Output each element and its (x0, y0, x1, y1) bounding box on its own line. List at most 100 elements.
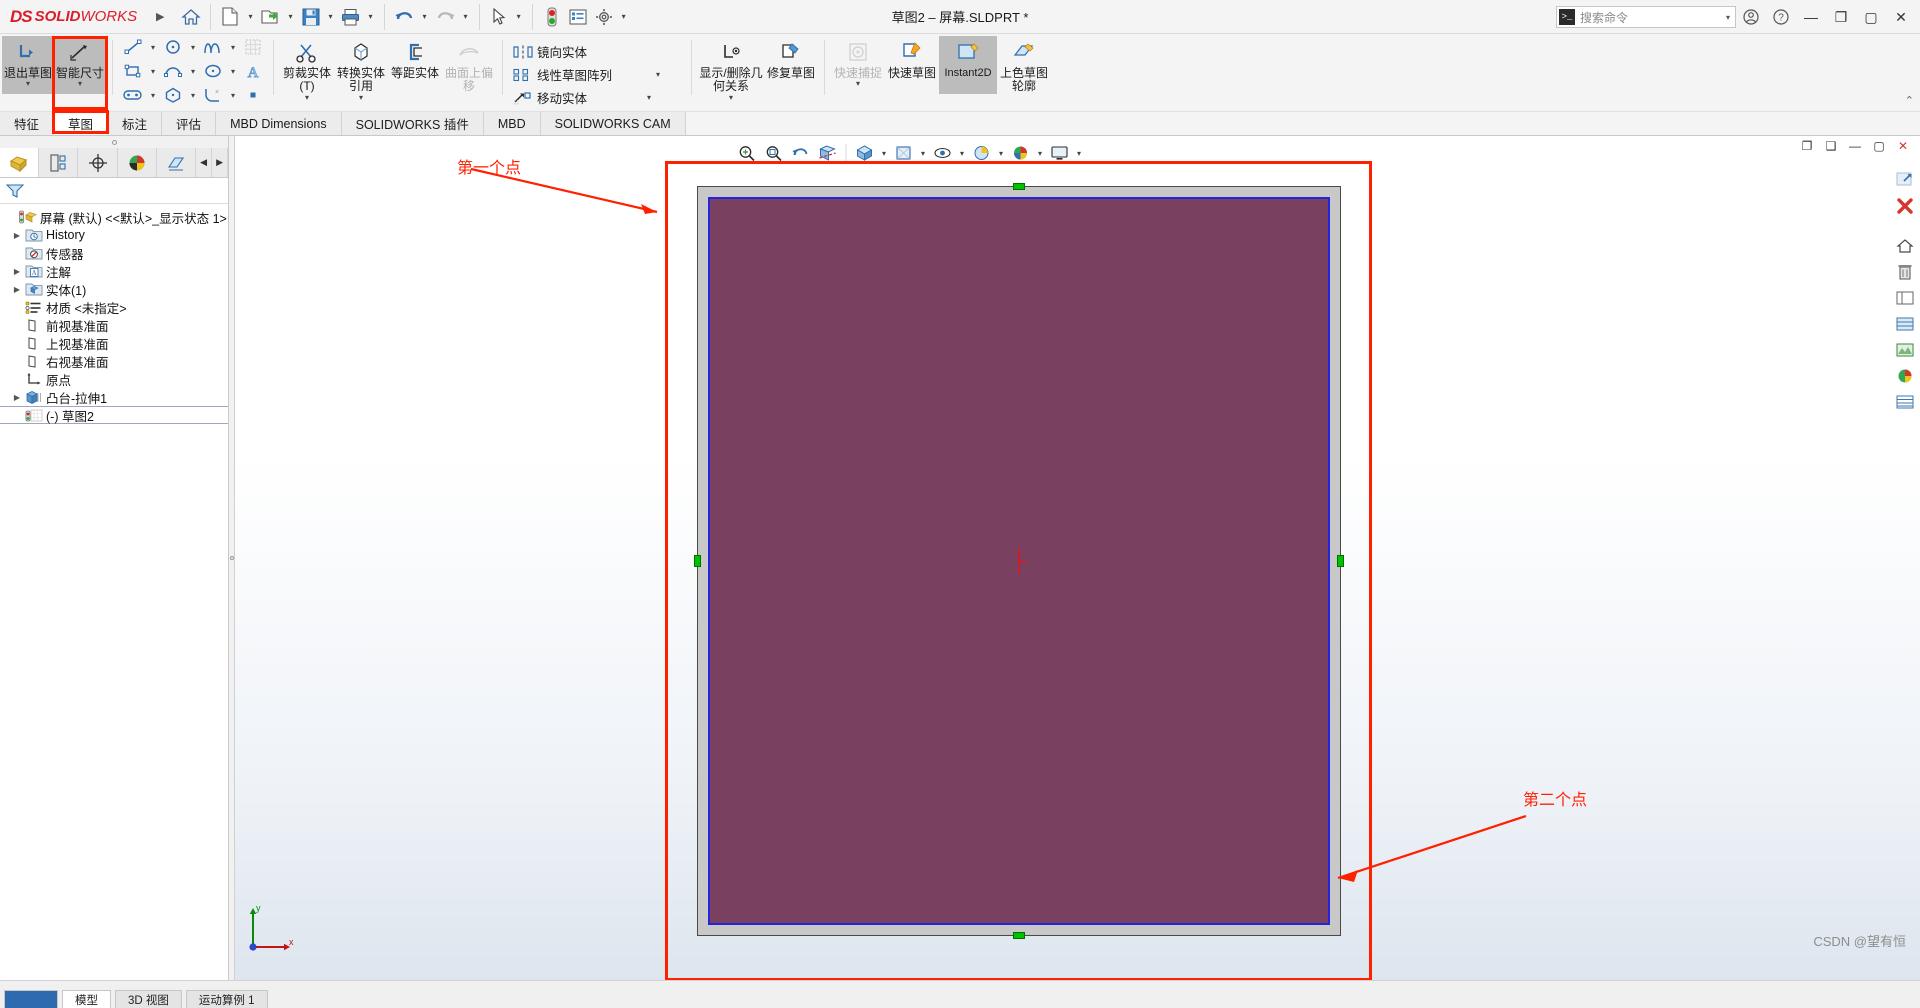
spline-tool-caret-icon[interactable]: ▾ (227, 43, 239, 52)
quick-sketch-button[interactable]: 快速草图 (885, 36, 939, 94)
close-doc-icon[interactable]: ✕ (1894, 138, 1912, 154)
restore-down-button[interactable]: ❐ (1826, 2, 1856, 32)
tab-features[interactable]: 特征 (0, 112, 55, 135)
select-caret-icon[interactable]: ▾ (512, 12, 526, 21)
feature-tree-filter[interactable] (0, 178, 228, 204)
tab-markup[interactable]: 标注 (108, 112, 163, 135)
smart-dimension-button[interactable]: 智能尺寸 ▾ (54, 36, 106, 94)
circle-tool-icon[interactable] (159, 36, 187, 59)
arc-tool-caret-icon[interactable]: ▾ (187, 67, 199, 76)
tab-solidworks-cam[interactable]: SOLIDWORKS CAM (540, 112, 686, 135)
print-caret-icon[interactable]: ▾ (364, 12, 378, 21)
open-document-icon[interactable] (257, 2, 283, 32)
exit-sketch-button[interactable]: 退出草图 ▾ (2, 36, 54, 94)
tab-solidworks-addins[interactable]: SOLIDWORKS 插件 (341, 112, 484, 135)
display-style-caret-icon[interactable]: ▾ (918, 149, 929, 158)
rectangle-tool-caret-icon[interactable]: ▾ (147, 67, 159, 76)
offset-entities-button[interactable]: 等距实体 (388, 36, 442, 94)
move-entities-caret-icon[interactable]: ▾ (647, 93, 651, 102)
appearances-tab-icon[interactable] (1894, 314, 1916, 334)
rebuild-icon[interactable] (539, 2, 565, 32)
account-icon[interactable] (1736, 2, 1766, 32)
help-icon[interactable]: ? (1766, 2, 1796, 32)
redo-icon[interactable] (432, 2, 459, 32)
smart-dimension-dropdown-icon[interactable]: ▾ (54, 79, 106, 89)
repair-sketch-button[interactable]: 修复草图 (764, 36, 818, 94)
tree-expand-arrow-icon[interactable]: ▶ (10, 267, 24, 276)
tree-expand-arrow-icon[interactable]: ▶ (10, 393, 24, 402)
trim-entities-button[interactable]: 剪裁实体(T) ▾ (280, 36, 334, 103)
ribbon-collapse-icon[interactable]: ⌃ (1905, 94, 1914, 107)
save-caret-icon[interactable]: ▾ (324, 12, 338, 21)
fillet-tool-icon[interactable]: × (199, 84, 227, 107)
status-tab-motion[interactable]: 运动算例 1 (185, 990, 268, 1008)
tree-expand-arrow-icon[interactable]: ▶ (10, 285, 24, 294)
status-tab-3dviews[interactable]: 3D 视图 (115, 990, 182, 1008)
tab-evaluate[interactable]: 评估 (162, 112, 217, 135)
display-delete-relations-dropdown-icon[interactable]: ▾ (698, 93, 764, 103)
tile-doc-window-icon[interactable]: ❑ (1822, 138, 1840, 154)
property-manager-tab[interactable] (39, 148, 79, 177)
display-delete-relations-button[interactable]: 显示/删除几何关系 ▾ (698, 36, 764, 103)
rectangle-tool-icon[interactable] (119, 60, 147, 83)
relation-marker-left[interactable] (694, 555, 701, 567)
polygon-tool-icon[interactable] (159, 84, 187, 107)
tree-item-boss-extrude1[interactable]: ▶ 凸台-拉伸1 (0, 388, 228, 406)
filter-input[interactable] (24, 182, 228, 199)
home-icon[interactable] (178, 2, 204, 32)
tree-item-right-plane[interactable]: 右视基准面 (0, 352, 228, 370)
arc-tool-icon[interactable] (159, 60, 187, 83)
maximize-doc-icon[interactable]: ▢ (1870, 138, 1888, 154)
tree-item-top-plane[interactable]: 上视基准面 (0, 334, 228, 352)
splitter-grip-icon[interactable] (230, 556, 234, 560)
relation-marker-top[interactable] (1013, 183, 1025, 190)
panel-collapse-handle[interactable] (0, 136, 228, 148)
exit-sketch-confirm-icon[interactable] (1894, 170, 1916, 190)
tree-item-annotations[interactable]: ▶ A 注解 (0, 262, 228, 280)
manager-tab-prev-button[interactable]: ◀ (196, 148, 213, 177)
maximize-button[interactable]: ▢ (1856, 2, 1886, 32)
scenes-tab-icon[interactable] (1894, 340, 1916, 360)
trim-entities-dropdown-icon[interactable]: ▾ (280, 93, 334, 103)
save-icon[interactable] (298, 2, 324, 32)
search-input[interactable]: 搜索命令 (1580, 9, 1628, 26)
slot-tool-icon[interactable] (119, 84, 147, 107)
fillet-tool-caret-icon[interactable]: ▾ (227, 91, 239, 100)
relation-marker-right[interactable] (1337, 555, 1344, 567)
tree-item-front-plane[interactable]: 前视基准面 (0, 316, 228, 334)
instant2d-button[interactable]: Instant2D (939, 36, 997, 94)
ellipse-tool-caret-icon[interactable]: ▾ (227, 67, 239, 76)
line-tool-icon[interactable] (119, 36, 147, 59)
tree-item-sensors[interactable]: 传感器 (0, 244, 228, 262)
display-pane-icon[interactable] (1894, 288, 1916, 308)
point-tool-icon[interactable] (239, 84, 267, 107)
apply-scene-caret-icon[interactable]: ▾ (1035, 149, 1046, 158)
menu-expand-icon[interactable]: ▶ (156, 10, 164, 23)
move-entities-item[interactable]: 移动实体 ▾ (509, 86, 655, 109)
exit-sketch-dropdown-icon[interactable]: ▾ (2, 79, 54, 89)
text-tool-icon[interactable]: A (239, 60, 267, 83)
sketch-rectangle[interactable] (694, 183, 1344, 939)
status-tab-model[interactable]: 模型 (62, 990, 111, 1008)
undo-icon[interactable] (391, 2, 418, 32)
manager-tab-next-button[interactable]: ▶ (212, 148, 229, 177)
minimize-button[interactable]: — (1796, 2, 1826, 32)
cancel-sketch-icon[interactable] (1894, 196, 1916, 216)
options-list-icon[interactable] (565, 2, 591, 32)
feature-manager-tab[interactable] (0, 148, 40, 177)
line-tool-caret-icon[interactable]: ▾ (147, 43, 159, 52)
shaded-sketch-contours-button[interactable]: 上色草图轮廓 (997, 36, 1051, 94)
view-orientation-caret-icon[interactable]: ▾ (879, 149, 890, 158)
delete-icon[interactable] (1894, 262, 1916, 282)
restore-doc-window-icon[interactable]: ❐ (1798, 138, 1816, 154)
tree-expand-arrow-icon[interactable]: ▶ (10, 231, 24, 240)
tab-sketch[interactable]: 草图 (52, 110, 110, 135)
convert-entities-button[interactable]: 转换实体引用 ▾ (334, 36, 388, 103)
undo-caret-icon[interactable]: ▾ (418, 12, 432, 21)
spline-tool-icon[interactable] (199, 36, 227, 59)
settings-caret-icon[interactable]: ▾ (617, 12, 631, 21)
tree-item-material[interactable]: 材质 <未指定> (0, 298, 228, 316)
dimxpert-manager-tab[interactable] (157, 148, 197, 177)
polygon-tool-caret-icon[interactable]: ▾ (187, 91, 199, 100)
display-manager-tab[interactable] (118, 148, 157, 177)
